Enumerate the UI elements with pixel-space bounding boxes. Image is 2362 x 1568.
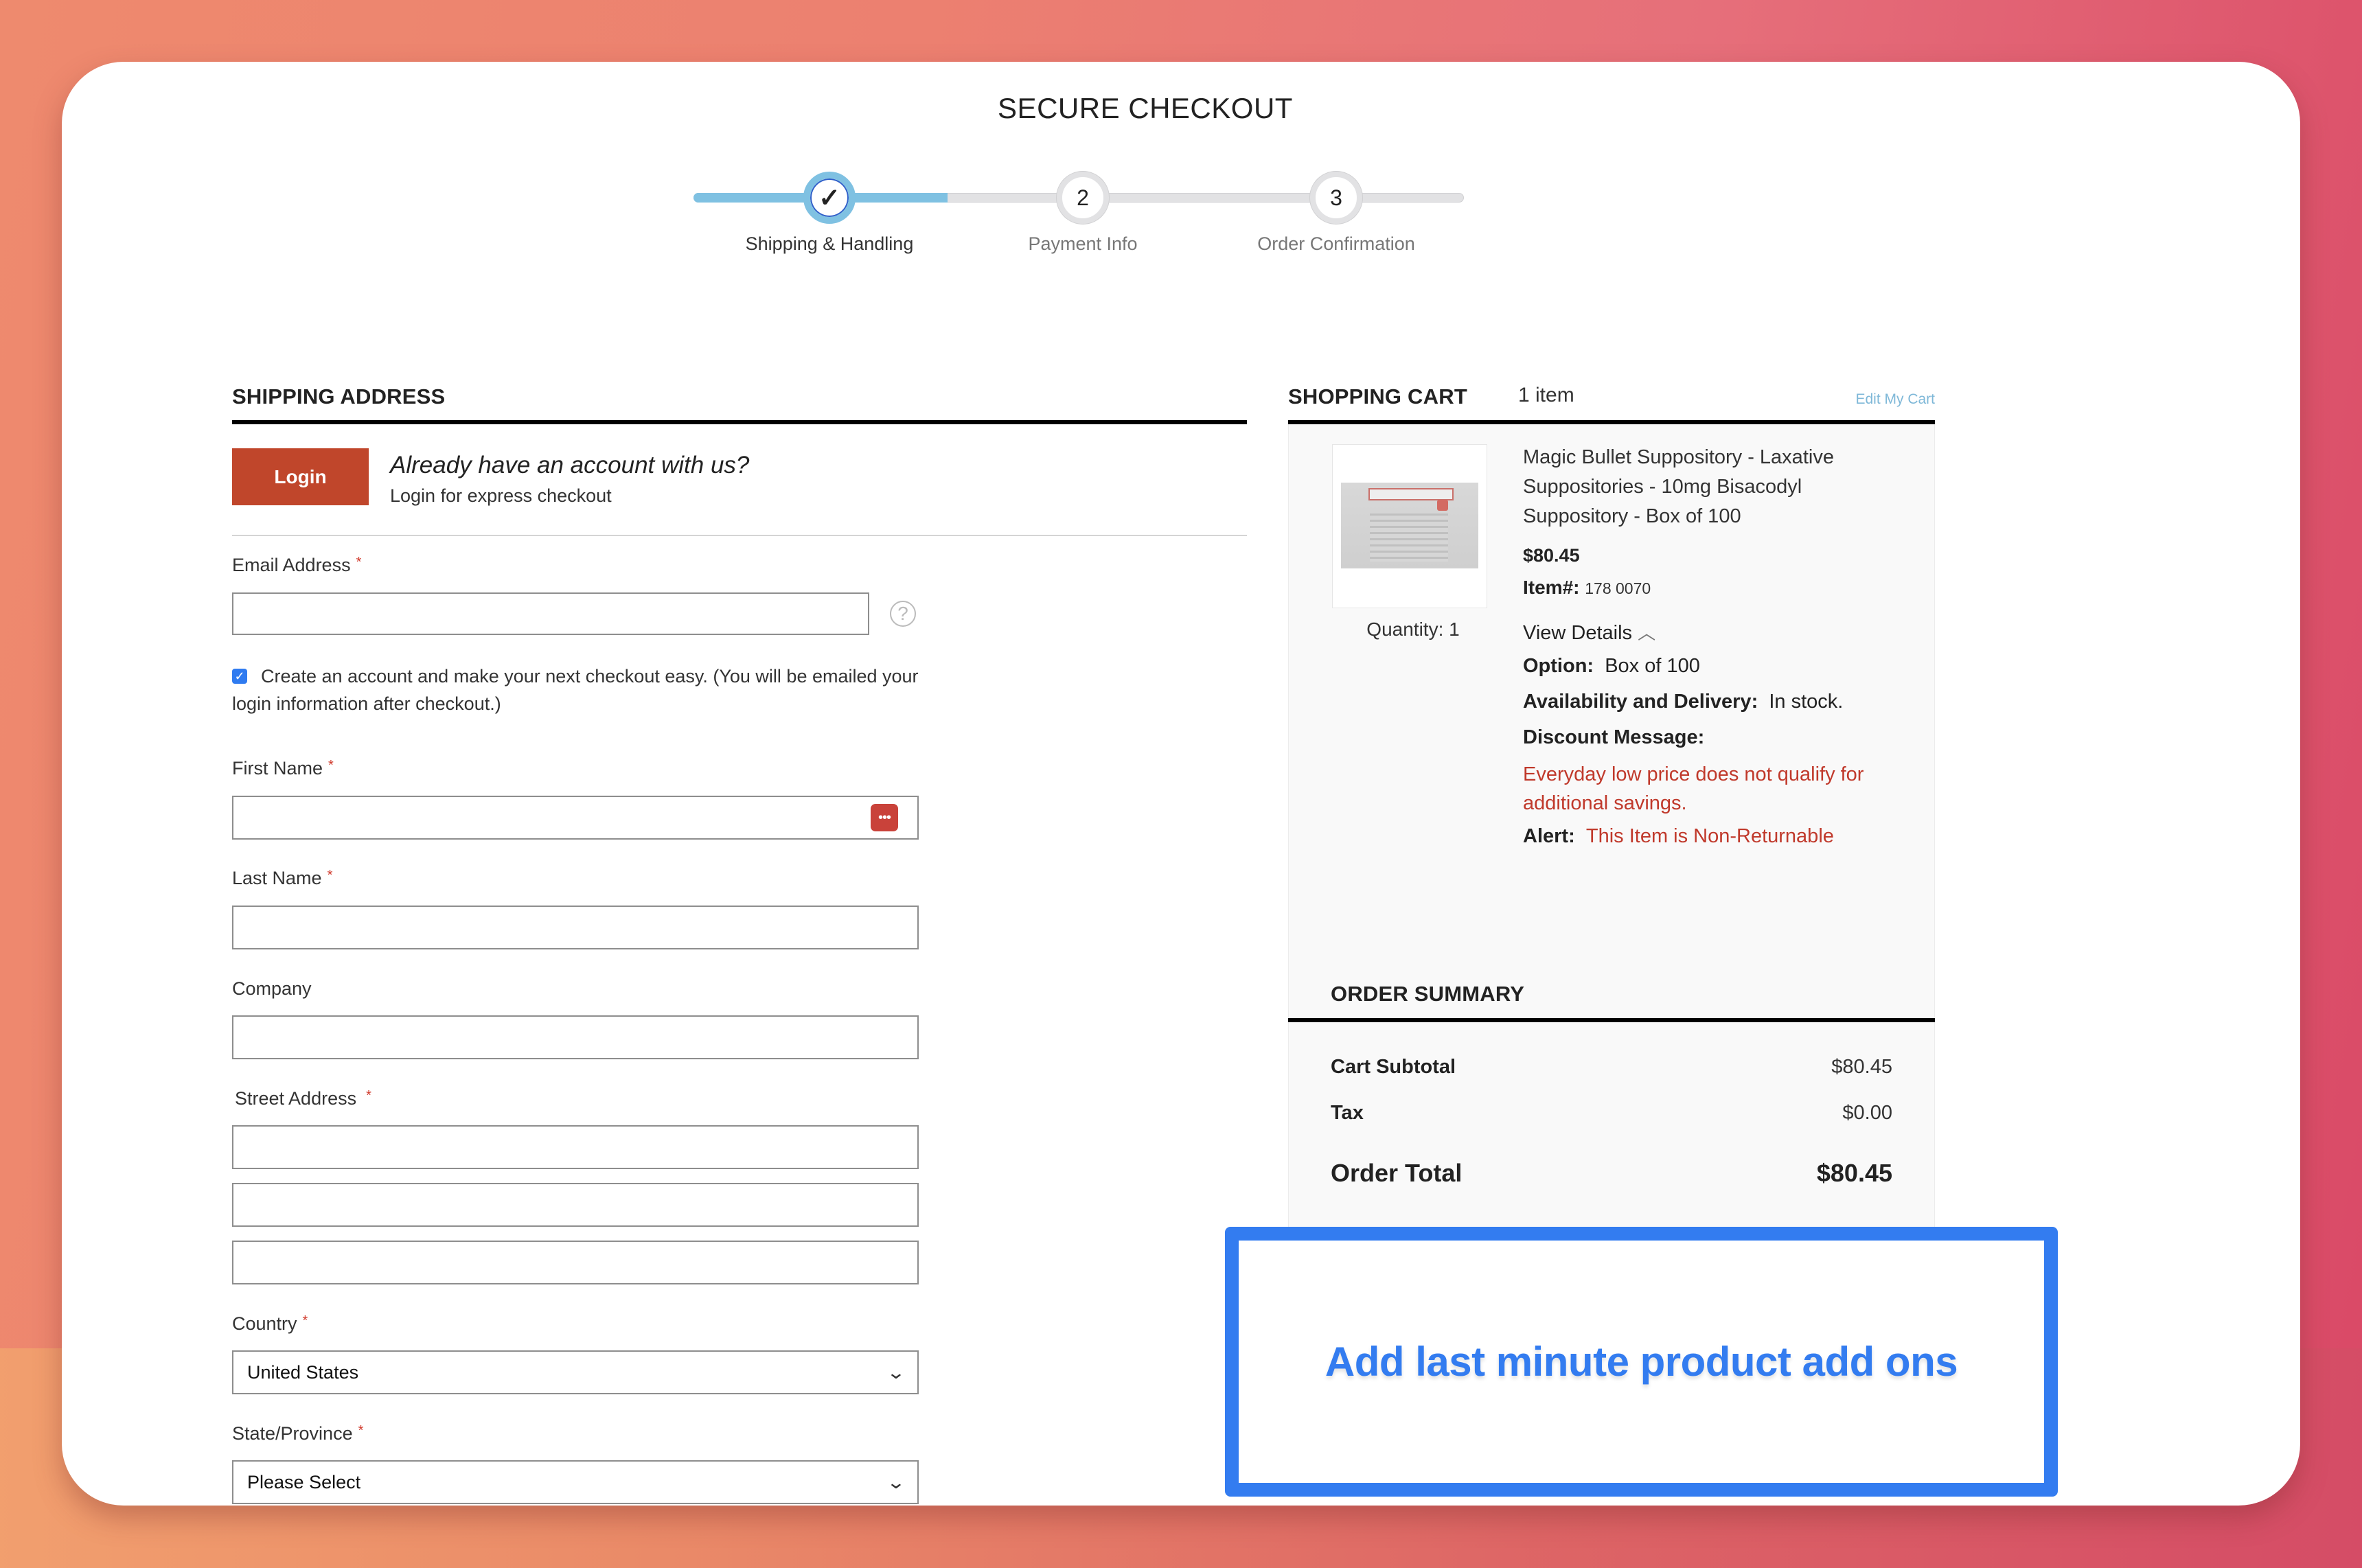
page-title: SECURE CHECKOUT bbox=[998, 92, 1293, 124]
add-ons-callout-box: Add last minute product add ons bbox=[1225, 1227, 2058, 1497]
availability-label: Availability and Delivery: bbox=[1523, 691, 1758, 713]
step-3-circle[interactable]: 3 bbox=[1310, 172, 1362, 224]
state-selected-value: Please Select bbox=[247, 1471, 361, 1492]
item-number-label: Item#: bbox=[1523, 577, 1580, 598]
help-icon[interactable]: ? bbox=[890, 601, 916, 627]
country-select[interactable]: United States ⌄ bbox=[232, 1350, 919, 1394]
account-subtext: Login for express checkout bbox=[390, 485, 612, 506]
email-input[interactable] bbox=[232, 592, 869, 635]
cart-heading-rule bbox=[1288, 420, 1935, 424]
first-name-input[interactable] bbox=[232, 796, 919, 840]
alert-label: Alert: bbox=[1523, 825, 1575, 847]
alert-message: This Item is Non-Returnable bbox=[1585, 825, 1834, 847]
first-name-label-text: First Name bbox=[232, 758, 323, 779]
option-row: Option: Box of 100 bbox=[1523, 655, 1700, 678]
divider bbox=[232, 535, 1247, 536]
discount-message: Everyday low price does not qualify for … bbox=[1523, 763, 1864, 814]
email-label-text: Email Address bbox=[232, 555, 351, 575]
first-name-label: First Name * bbox=[232, 758, 334, 779]
password-manager-icon[interactable]: ••• bbox=[871, 804, 898, 831]
street-label-text: Street Address bbox=[235, 1088, 357, 1109]
discount-label-row: Discount Message: bbox=[1523, 726, 1704, 749]
step-1-check-icon[interactable]: ✓ bbox=[803, 172, 856, 224]
product-image[interactable] bbox=[1332, 444, 1487, 608]
street-address-line1-input[interactable] bbox=[232, 1125, 919, 1169]
check-icon: ✓ bbox=[818, 183, 840, 213]
step-2-circle[interactable]: 2 bbox=[1057, 172, 1109, 224]
product-item-number: Item#: 178 0070 bbox=[1523, 577, 1651, 599]
required-mark: * bbox=[302, 1313, 308, 1328]
product-name[interactable]: Magic Bullet Suppository - Laxative Supp… bbox=[1523, 443, 1907, 531]
create-account-text: Create an account and make your next che… bbox=[232, 666, 919, 714]
availability-value: In stock. bbox=[1769, 691, 1844, 713]
required-mark: * bbox=[327, 868, 333, 883]
item-number-value: 178 0070 bbox=[1585, 579, 1651, 597]
tax-label: Tax bbox=[1331, 1102, 1364, 1124]
last-name-label-text: Last Name bbox=[232, 868, 322, 888]
add-ons-callout-text: Add last minute product add ons bbox=[1325, 1339, 1958, 1385]
option-label: Option: bbox=[1523, 655, 1594, 677]
product-package-graphic bbox=[1341, 483, 1478, 568]
login-button[interactable]: Login bbox=[232, 448, 369, 505]
step-label-confirmation[interactable]: Order Confirmation bbox=[1199, 233, 1474, 255]
required-mark: * bbox=[358, 1423, 364, 1438]
company-label: Company bbox=[232, 978, 312, 999]
step-label-payment[interactable]: Payment Info bbox=[945, 233, 1220, 255]
product-label-band bbox=[1368, 488, 1454, 500]
chevron-down-icon: ⌄ bbox=[886, 1471, 906, 1492]
edit-my-cart-link[interactable]: Edit My Cart bbox=[1843, 391, 1935, 408]
cart-subtotal-label: Cart Subtotal bbox=[1331, 1056, 1456, 1078]
state-select[interactable]: Please Select ⌄ bbox=[232, 1460, 919, 1504]
chevron-down-icon: ⌄ bbox=[886, 1361, 906, 1383]
view-details-toggle[interactable]: View Details ︿ bbox=[1523, 619, 1655, 645]
order-summary-rule bbox=[1288, 1018, 1935, 1022]
street-address-line2-input[interactable] bbox=[232, 1183, 919, 1227]
shipping-heading-rule bbox=[232, 420, 1247, 424]
product-text-lines bbox=[1370, 514, 1448, 562]
cart-item-count: 1 item bbox=[1518, 384, 1574, 406]
account-question: Already have an account with us? bbox=[390, 452, 750, 479]
checkout-window: SECURE CHECKOUT ✓ 2 3 Shipping & Handlin… bbox=[62, 62, 2300, 1506]
tax-value: $0.00 bbox=[1842, 1102, 1892, 1124]
country-label: Country * bbox=[232, 1313, 308, 1335]
step-label-shipping[interactable]: Shipping & Handling bbox=[692, 233, 967, 255]
step-number: 3 bbox=[1330, 185, 1342, 210]
required-mark: * bbox=[366, 1088, 371, 1103]
company-input[interactable] bbox=[232, 1015, 919, 1059]
chevron-up-icon: ︿ bbox=[1638, 623, 1656, 643]
street-address-line3-input[interactable] bbox=[232, 1241, 919, 1284]
order-total-value: $80.45 bbox=[1816, 1159, 1892, 1187]
state-label-text: State/Province bbox=[232, 1423, 353, 1444]
order-summary-heading: ORDER SUMMARY bbox=[1331, 982, 1525, 1006]
view-details-label: View Details bbox=[1523, 622, 1633, 644]
order-total-label: Order Total bbox=[1331, 1159, 1463, 1187]
product-quantity: Quantity: 1 bbox=[1366, 619, 1460, 640]
option-value: Box of 100 bbox=[1605, 655, 1700, 677]
shopping-cart-heading: SHOPPING CART bbox=[1288, 384, 1467, 408]
step-number: 2 bbox=[1077, 185, 1089, 210]
last-name-label: Last Name * bbox=[232, 868, 332, 889]
availability-row: Availability and Delivery: In stock. bbox=[1523, 691, 1843, 713]
last-name-input[interactable] bbox=[232, 906, 919, 949]
country-selected-value: United States bbox=[247, 1361, 359, 1383]
state-label: State/Province * bbox=[232, 1423, 363, 1444]
cart-subtotal-value: $80.45 bbox=[1831, 1056, 1892, 1078]
discount-label: Discount Message: bbox=[1523, 726, 1705, 748]
email-label: Email Address * bbox=[232, 555, 361, 576]
shipping-address-heading: SHIPPING ADDRESS bbox=[232, 384, 446, 408]
alert-row: Alert: This Item is Non-Returnable bbox=[1523, 825, 1834, 848]
street-address-label: Street Address * bbox=[235, 1088, 371, 1109]
required-mark: * bbox=[328, 758, 334, 773]
product-price: $80.45 bbox=[1523, 545, 1580, 566]
required-mark: * bbox=[356, 555, 362, 570]
product-seal bbox=[1437, 500, 1448, 511]
country-label-text: Country bbox=[232, 1313, 297, 1334]
